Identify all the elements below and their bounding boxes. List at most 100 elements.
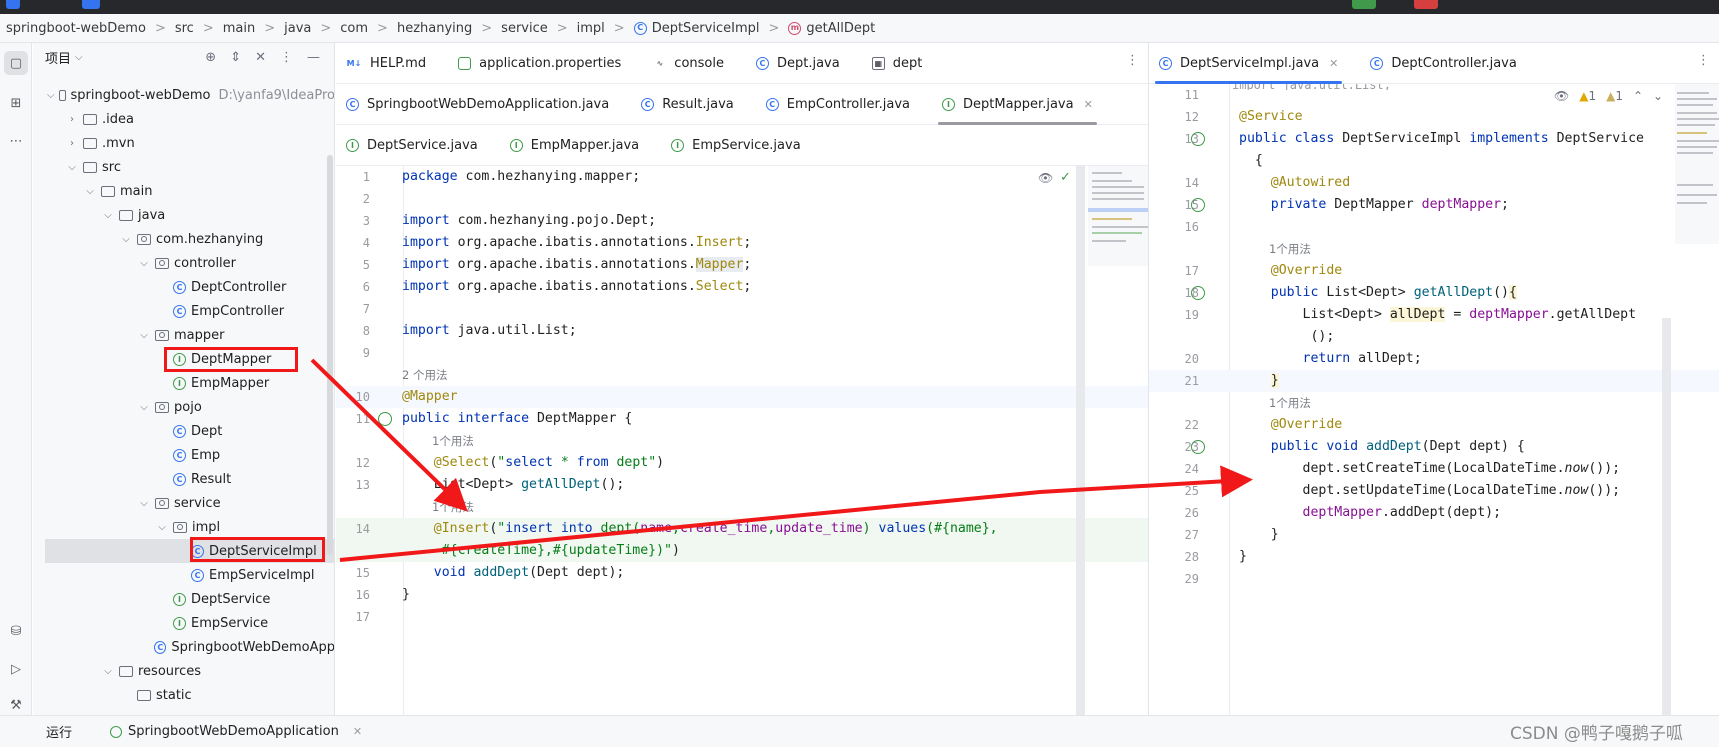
chevron-down-icon[interactable]: ⌵ (101, 666, 115, 677)
tab-help-md[interactable]: M↓ HELP.md (336, 43, 436, 84)
tab-deptservice-java[interactable]: I DeptService.java (336, 125, 488, 166)
tree-item-deptcontroller[interactable]: C DeptController (33, 275, 334, 299)
tab-application-properties[interactable]: application.properties (448, 43, 631, 84)
tree-item-empmapper[interactable]: I EmpMapper (33, 371, 334, 395)
usage-hint-text[interactable]: 1个用法 (1269, 238, 1311, 260)
usage-hint-text[interactable]: 1个用法 (432, 496, 474, 518)
code-line[interactable]: 2 (336, 188, 1148, 210)
chevron-down-icon[interactable]: ⌵ (137, 330, 151, 341)
code-line[interactable]: 24 dept.setCreateTime(LocalDateTime.now(… (1149, 458, 1719, 480)
usage-hint[interactable]: 1个用法 (336, 496, 1148, 518)
code-line[interactable]: 11 public interface DeptMapper { (336, 408, 1148, 430)
usage-hint[interactable]: 1个用法 (336, 430, 1148, 452)
tree-item-deptserviceimpl[interactable]: C DeptServiceImpl (45, 539, 334, 563)
code-line[interactable]: 16} (336, 584, 1148, 606)
database-tool-icon[interactable]: ⛁ (4, 619, 28, 643)
close-icon[interactable]: ✕ (353, 725, 362, 738)
usage-hint-text[interactable]: 1个用法 (432, 430, 474, 452)
close-icon[interactable]: ✕ (1329, 57, 1338, 70)
stop-icon[interactable] (1414, 0, 1438, 9)
code-line[interactable]: 6 import org.apache.ibatis.annotations.Se… (336, 276, 1148, 298)
tree-item-java[interactable]: ⌵ java (33, 203, 334, 227)
code-line[interactable]: 29 (1149, 568, 1719, 590)
usage-hint-text[interactable]: 1个用法 (1269, 392, 1311, 414)
gutter-implementation-icon[interactable] (378, 412, 392, 426)
code-line[interactable]: 26 deptMapper.addDept(dept); (1149, 502, 1719, 524)
run-icon[interactable] (1352, 0, 1376, 9)
breadcrumb-src[interactable]: src (175, 21, 194, 36)
tree-item-controller[interactable]: ⌵ controller (33, 251, 334, 275)
hide-icon[interactable]: — (307, 50, 320, 65)
breadcrumb-java[interactable]: java (284, 21, 311, 36)
code-line[interactable]: 14 @Autowired (1149, 172, 1719, 194)
chevron-down-icon[interactable]: ⌵ (137, 498, 151, 509)
code-line[interactable]: 18 public List<Dept> getAllDept(){ (1149, 282, 1719, 304)
code-line[interactable]: 12 @Select("select * from dept") (336, 452, 1148, 474)
reader-mode-icon[interactable]: 👁 (1038, 171, 1053, 185)
weak-warning-count[interactable]: ▲1 (1606, 89, 1623, 103)
code-line[interactable]: 1 package com.hezhanying.mapper; (336, 166, 1148, 188)
code-line[interactable]: 17 (336, 606, 1148, 628)
gutter-implementation-icon[interactable] (1191, 198, 1205, 212)
tree-item-springboot-webdemo[interactable]: ⌵ springboot-webDemo D:\yanfa9\IdeaPro (33, 83, 334, 107)
left-tabs-more-icon[interactable]: ⋮ (1126, 53, 1148, 68)
chevron-down-icon[interactable]: ⌵ (75, 52, 83, 63)
tab-deptmapper-java[interactable]: I DeptMapper.java ✕ (932, 84, 1103, 125)
chevron-down-icon[interactable]: ⌵ (137, 402, 151, 413)
left-minimap[interactable] (1088, 166, 1148, 266)
chevron-down-icon[interactable]: ⌵ (155, 522, 169, 533)
tree-item--mvn[interactable]: › .mvn (33, 131, 334, 155)
options-icon[interactable]: ⋮ (280, 50, 293, 65)
breadcrumb-method[interactable]: m getAllDept (788, 21, 875, 36)
tree-item-impl[interactable]: ⌵ impl (33, 515, 334, 539)
tree-item-mapper[interactable]: ⌵ mapper (33, 323, 334, 347)
expand-all-icon[interactable]: ⇕ (230, 50, 241, 65)
tree-item-resources[interactable]: ⌵ resources (33, 659, 334, 683)
code-line[interactable]: #{createTime},#{updateTime})") (336, 540, 1148, 562)
tree-item-springbootwebdemoapp[interactable]: C SpringbootWebDemoApp (33, 635, 334, 659)
right-vertical-scrollbar[interactable] (1662, 318, 1671, 715)
code-line[interactable]: 22 @Override (1149, 414, 1719, 436)
breadcrumb-main[interactable]: main (223, 21, 255, 36)
left-vertical-scrollbar[interactable] (1076, 166, 1085, 715)
code-line[interactable]: (); (1149, 326, 1719, 348)
collapse-all-icon[interactable]: ✕ (255, 50, 266, 65)
tree-item-empservice[interactable]: I EmpService (33, 611, 334, 635)
chevron-down-icon[interactable]: ⌵ (83, 186, 97, 197)
chevron-right-icon[interactable]: › (65, 114, 79, 125)
tree-item-empcontroller[interactable]: C EmpController (33, 299, 334, 323)
tab-empservice-java[interactable]: I EmpService.java (661, 125, 811, 166)
reader-mode-icon[interactable]: 👁 (1554, 89, 1569, 103)
code-line[interactable]: 20 return allDept; (1149, 348, 1719, 370)
code-line[interactable]: 23 public void addDept(Dept dept) { (1149, 436, 1719, 458)
tree-item-pojo[interactable]: ⌵ pojo (33, 395, 334, 419)
tree-item-main[interactable]: ⌵ main (33, 179, 334, 203)
project-tool-icon[interactable]: ▢ (4, 51, 28, 75)
tab-console[interactable]: ∿ console (643, 43, 734, 84)
project-panel-title[interactable]: 项目 (45, 48, 71, 67)
gutter-implementation-icon[interactable] (1191, 440, 1205, 454)
code-line[interactable]: 8 import java.util.List; (336, 320, 1148, 342)
tree-item-service[interactable]: ⌵ service (33, 491, 334, 515)
tree-item-emp[interactable]: C Emp (33, 443, 334, 467)
breadcrumb-class[interactable]: C DeptServiceImpl (633, 21, 759, 36)
run-tool-label[interactable]: 运行 (46, 722, 72, 741)
warning-count[interactable]: ▲1 (1579, 89, 1596, 103)
breadcrumb-service[interactable]: service (501, 21, 548, 36)
code-line[interactable]: 16 (1149, 216, 1719, 238)
code-line[interactable]: 13 List<Dept> getAllDept(); (336, 474, 1148, 496)
chevron-up-icon[interactable]: ⌃ (1633, 89, 1643, 103)
tree-item-result[interactable]: C Result (33, 467, 334, 491)
chevron-down-icon[interactable]: ⌵ (137, 258, 151, 269)
structure-tool-icon[interactable]: ⊞ (4, 91, 28, 115)
tree-item-deptmapper[interactable]: I DeptMapper (33, 347, 334, 371)
usage-hint[interactable]: 1个用法 (1149, 392, 1719, 414)
tab-result-java[interactable]: C Result.java (631, 84, 744, 125)
run-config-tab[interactable]: SpringbootWebDemoApplication ✕ (110, 724, 362, 739)
project-scrollbar[interactable] (327, 155, 333, 555)
breadcrumb-project[interactable]: springboot-webDemo (6, 21, 146, 36)
chevron-down-icon[interactable]: ⌵ (47, 90, 55, 101)
chevron-down-icon[interactable]: ⌵ (65, 162, 79, 173)
breadcrumb-hezhanying[interactable]: hezhanying (397, 21, 472, 36)
locate-icon[interactable]: ⊕ (205, 50, 216, 65)
